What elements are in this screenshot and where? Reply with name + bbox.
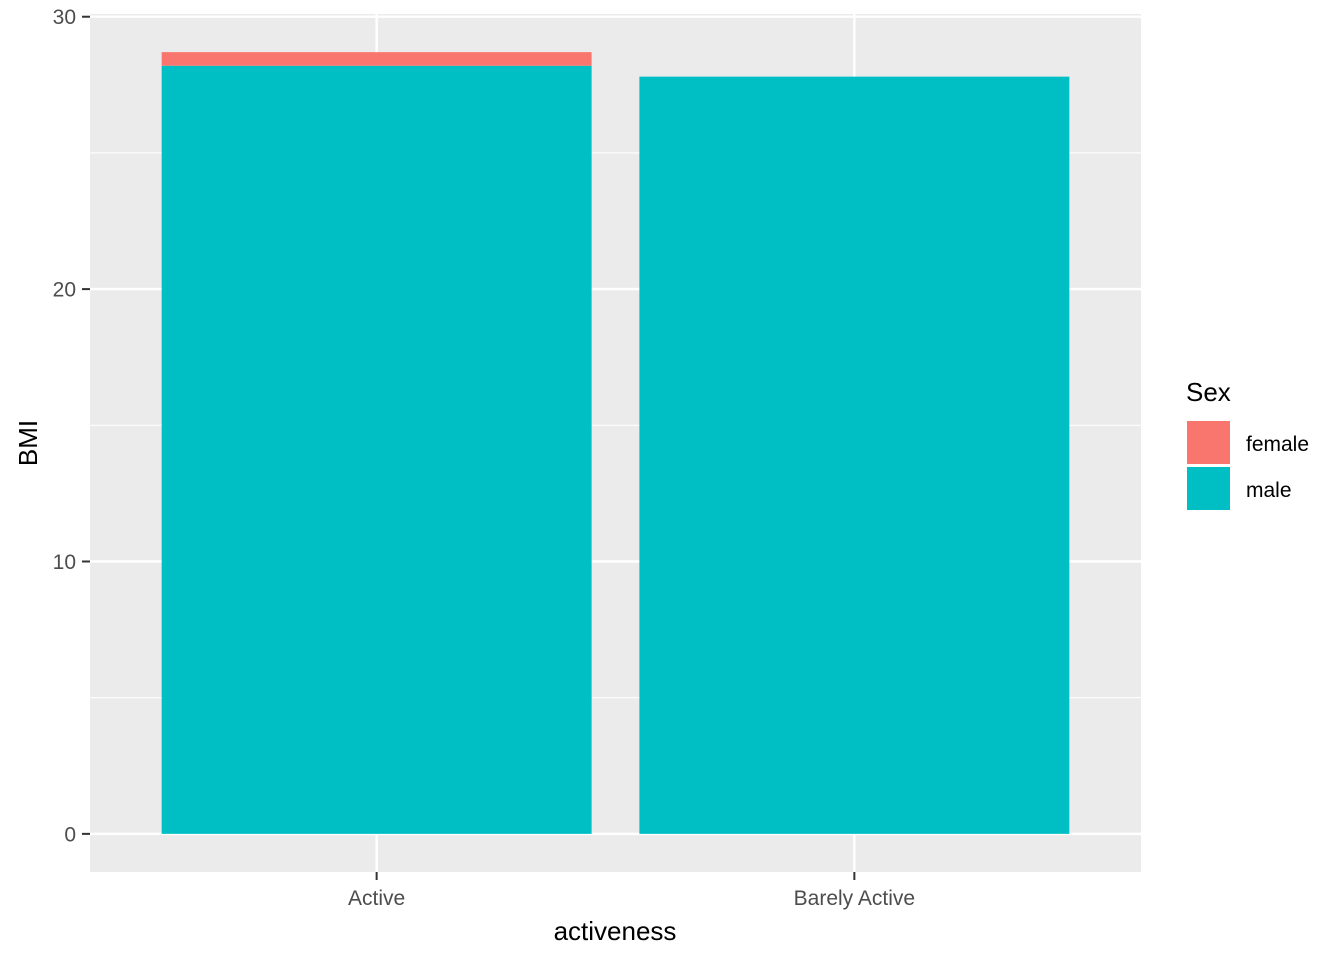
y-tick-label: 20 [53, 279, 76, 302]
y-axis: 0 10 20 30 [53, 6, 90, 846]
legend-items: female male [1187, 421, 1309, 510]
y-tick-label: 10 [53, 551, 76, 574]
y-axis-title: BMI [13, 420, 43, 466]
legend-key-male [1187, 467, 1230, 510]
y-tick-label: 0 [64, 823, 76, 846]
x-axis: Active Barely Active [348, 872, 915, 910]
y-tick-label: 30 [53, 6, 76, 29]
legend-label-female: female [1246, 433, 1309, 456]
bar-male-active [161, 65, 592, 834]
bar-male-barely-active [639, 76, 1070, 834]
bar-chart: 0 10 20 30 Active Barely Active activeness B… [13, 6, 1309, 946]
legend-key-female [1187, 421, 1230, 464]
bar-female-active [161, 52, 592, 66]
legend-title: Sex [1186, 377, 1231, 407]
x-tick-label: Active [348, 887, 405, 910]
x-tick-label: Barely Active [794, 887, 915, 910]
legend-label-male: male [1246, 479, 1292, 502]
legend: Sex female male [1186, 377, 1309, 510]
x-axis-title: activeness [554, 916, 677, 946]
